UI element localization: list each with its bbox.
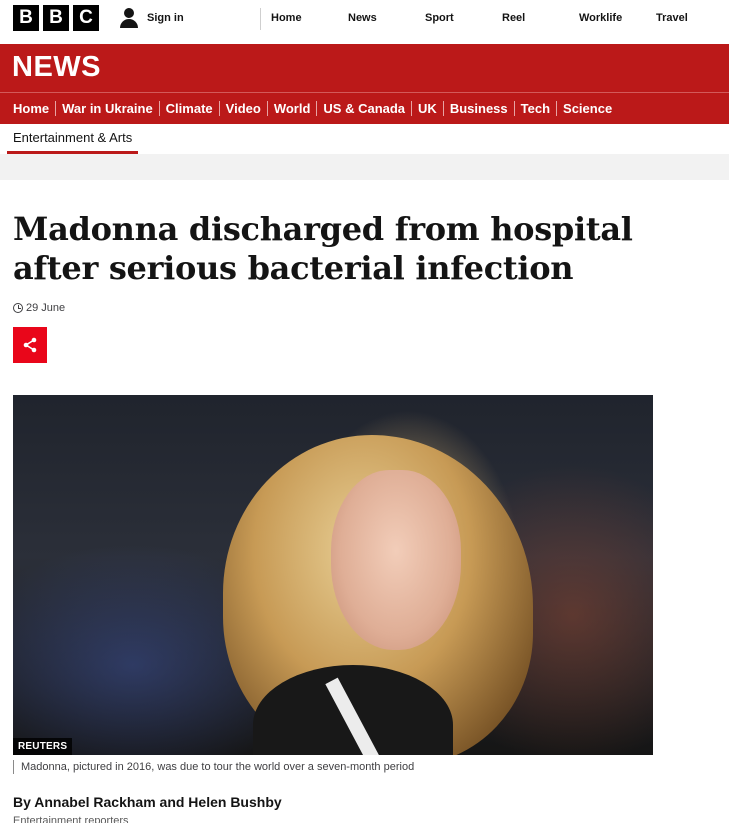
top-nav-reel[interactable]: Reel: [502, 0, 579, 36]
share-icon: [23, 337, 37, 353]
section-nav-world[interactable]: World: [274, 101, 311, 116]
top-nav-news[interactable]: News: [348, 0, 425, 36]
share-button[interactable]: [13, 327, 47, 363]
section-nav-home[interactable]: Home: [13, 101, 49, 116]
top-nav-worklife[interactable]: Worklife: [579, 0, 656, 36]
nav-separator: [442, 100, 444, 116]
byline-role: Entertainment reporters: [13, 815, 129, 823]
clock-icon: [13, 303, 23, 313]
sub-nav-entertainment-arts[interactable]: Entertainment & Arts: [7, 124, 139, 154]
top-bar: B B C Sign in Home News Sport Reel Workl…: [0, 0, 729, 44]
section-nav-science[interactable]: Science: [563, 101, 612, 116]
nav-separator: [556, 100, 558, 116]
nav-divider: [260, 8, 261, 30]
nav-separator: [218, 100, 220, 116]
logo-letter: B: [13, 5, 39, 31]
sign-in-label: Sign in: [147, 12, 184, 24]
nav-separator: [158, 100, 160, 116]
nav-separator: [266, 100, 268, 116]
person-icon: [119, 7, 139, 29]
section-nav-war-in-ukraine[interactable]: War in Ukraine: [62, 101, 153, 116]
photo-subject-face: [331, 470, 461, 650]
news-wordmark[interactable]: NEWS: [12, 51, 101, 84]
top-nav-travel[interactable]: Travel: [656, 0, 729, 36]
section-nav: Home War in Ukraine Climate Video World …: [13, 96, 612, 120]
page-divider-band: [0, 154, 729, 180]
image-caption: Madonna, pictured in 2016, was due to to…: [13, 760, 414, 774]
nav-separator: [55, 100, 57, 116]
nav-separator: [513, 100, 515, 116]
article-date: 29 June: [13, 302, 65, 314]
top-nav: Home News Sport Reel Worklife Travel: [271, 0, 729, 36]
section-nav-uk[interactable]: UK: [418, 101, 437, 116]
article-headline: Madonna discharged from hospital after s…: [13, 210, 633, 287]
banner-divider: [0, 92, 729, 93]
logo-letter: B: [43, 5, 69, 31]
sub-nav: Entertainment & Arts: [0, 124, 729, 154]
logo-letter: C: [73, 5, 99, 31]
section-nav-video[interactable]: Video: [226, 101, 261, 116]
top-nav-sport[interactable]: Sport: [425, 0, 502, 36]
nav-separator: [411, 100, 413, 116]
bbc-logo[interactable]: B B C: [13, 5, 99, 31]
section-nav-climate[interactable]: Climate: [166, 101, 213, 116]
nav-separator: [316, 100, 318, 116]
article-date-text: 29 June: [26, 302, 66, 314]
section-nav-business[interactable]: Business: [450, 101, 508, 116]
sign-in-link[interactable]: Sign in: [119, 7, 184, 29]
section-nav-tech[interactable]: Tech: [521, 101, 550, 116]
section-nav-us-canada[interactable]: US & Canada: [323, 101, 405, 116]
news-banner: NEWS Home War in Ukraine Climate Video W…: [0, 44, 729, 124]
article-byline: By Annabel Rackham and Helen Bushby: [13, 794, 282, 810]
image-credit: REUTERS: [13, 738, 73, 755]
article-hero-image: REUTERS: [13, 395, 653, 755]
top-nav-home[interactable]: Home: [271, 0, 348, 36]
